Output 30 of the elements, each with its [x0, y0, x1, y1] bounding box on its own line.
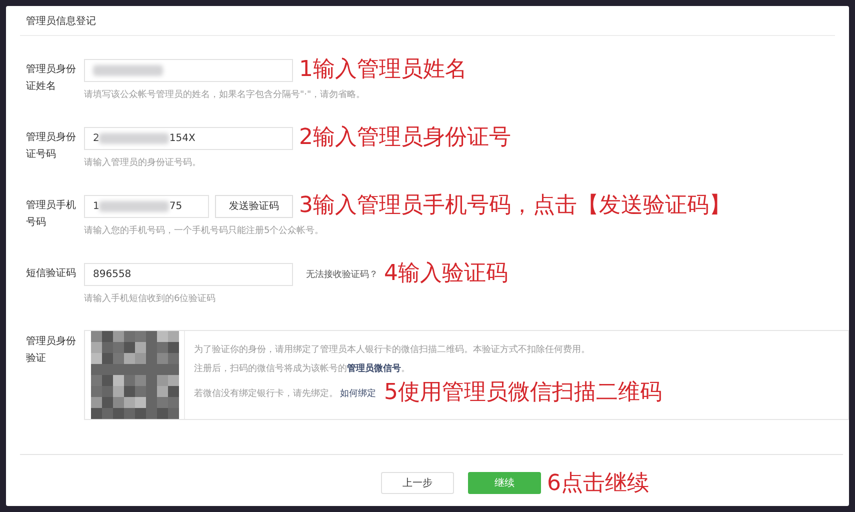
info-text: 若微信没有绑定银行卡，请先绑定。 — [194, 388, 338, 400]
input-field[interactable]: 1 75 — [84, 194, 209, 218]
field-label: 管理员身份验证 — [26, 335, 77, 366]
input-field[interactable] — [84, 58, 293, 82]
help-link[interactable]: 无法接收验证码？ — [306, 268, 378, 280]
hint-text: 请输入您的手机号码，一个手机号码只能注册5个公众帐号。 — [84, 224, 325, 237]
field-label: 短信验证码 — [26, 267, 77, 281]
help-link[interactable]: 如何绑定 — [340, 386, 376, 400]
input-field[interactable]: 2 154X — [84, 126, 293, 150]
blurred-text — [93, 64, 163, 76]
annotation-text: 1输入管理员姓名 — [299, 58, 467, 82]
send-code-button[interactable]: 发送验证码 — [215, 194, 293, 218]
annotation-text: 3输入管理员手机号码，点击【发送验证码】 — [299, 194, 731, 218]
form-title: 管理员信息登记 — [26, 14, 96, 28]
annotation-text: 5使用管理员微信扫描二维码 — [384, 381, 662, 405]
annotation-text: 6点击继续 — [547, 470, 649, 498]
field-label: 管理员手机号码 — [26, 198, 77, 230]
blurred-text — [99, 132, 170, 144]
annotation-text: 4输入验证码 — [384, 262, 508, 286]
input-field[interactable]: 896558 — [84, 262, 293, 286]
info-text: 为了验证你的身份，请用绑定了管理员本人银行卡的微信扫描二维码。本验证方式不扣除任何费用。 — [194, 344, 591, 356]
back-button[interactable]: 上一步 — [381, 472, 454, 494]
info-text: 注册后，扫码的微信号将成为该帐号的管理员微信号。 — [194, 362, 411, 375]
hint-text: 请填写该公众帐号管理员的姓名，如果名字包含分隔号"·"，请勿省略。 — [84, 88, 366, 101]
annotation-text: 2输入管理员身份证号 — [299, 126, 511, 150]
field-label: 管理员身份证姓名 — [26, 63, 77, 94]
hint-text: 请输入管理员的身份证号码。 — [84, 156, 202, 169]
hint-text: 请输入手机短信收到的6位验证码 — [84, 292, 217, 305]
blurred-text — [99, 200, 170, 212]
field-label: 管理员身份证号码 — [26, 131, 77, 162]
